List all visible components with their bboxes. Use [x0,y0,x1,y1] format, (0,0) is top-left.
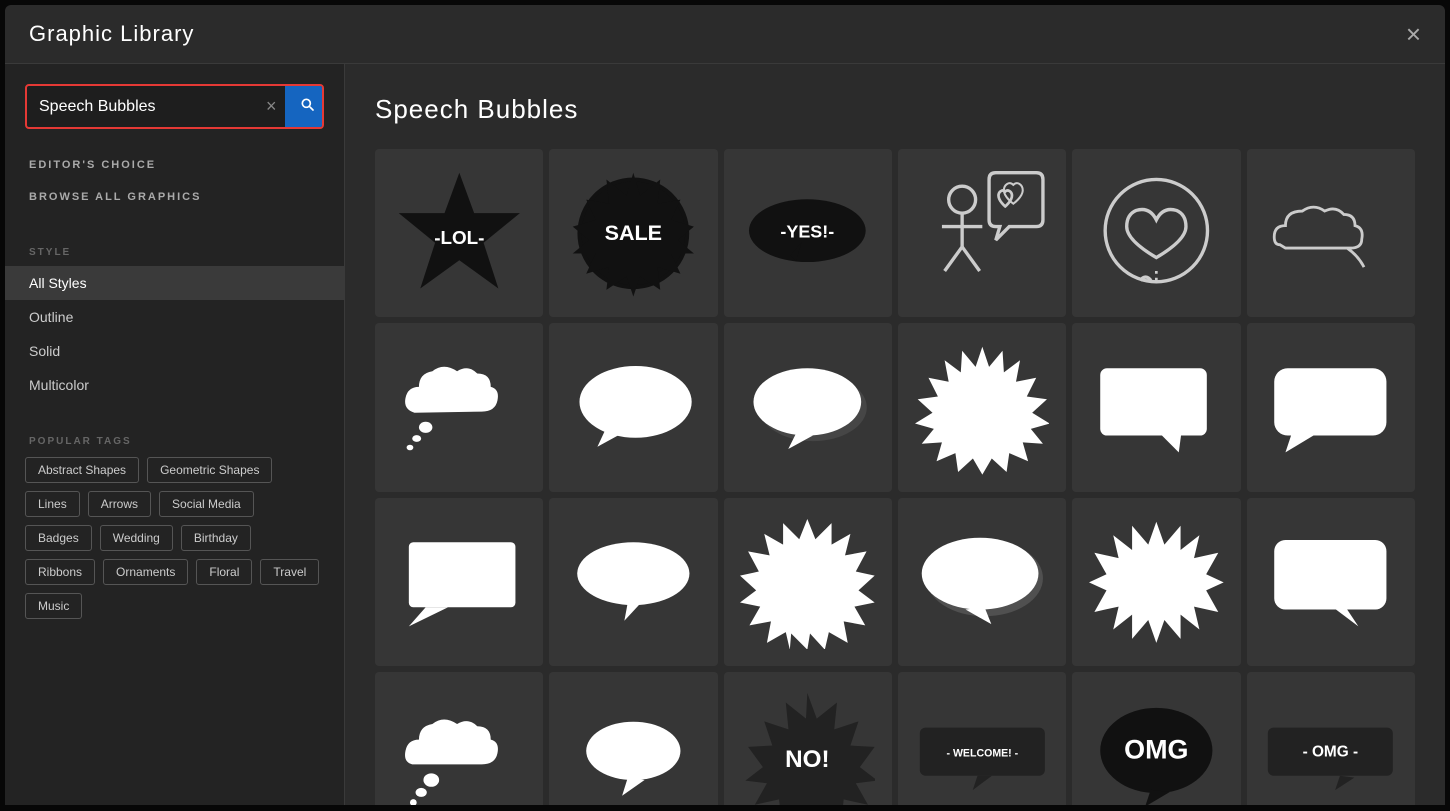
tag-floral[interactable]: Floral [196,559,252,585]
omg-dark-graphic: OMG [1089,700,1224,805]
grid-item-rect-left-tail[interactable] [375,498,543,666]
search-button[interactable] [285,86,324,127]
grid-item-rect-right[interactable] [1072,323,1240,491]
grid-item-explosion[interactable] [724,498,892,666]
search-icon [299,96,315,112]
search-box: × [25,84,324,129]
grid-item-heart-person[interactable] [898,149,1066,317]
main-content: Speech Bubbles -LOL- [345,64,1445,805]
nav-item-editors-choice[interactable]: EDITOR'S CHOICE [5,149,344,181]
explosion-graphic [740,515,875,650]
tag-social-media[interactable]: Social Media [159,491,254,517]
tag-abstract-shapes[interactable]: Abstract Shapes [25,457,139,483]
heart-person-graphic [915,166,1050,301]
cloud-bottom-graphic [392,706,527,805]
grid-item-heart-circle[interactable] [1072,149,1240,317]
style-item-multicolor[interactable]: Multicolor [5,368,344,402]
rect-right-graphic [1089,357,1224,458]
grid-item-cloud-right[interactable] [1247,149,1415,317]
content-title: Speech Bubbles [375,94,1415,125]
search-input[interactable] [27,88,258,126]
grid-item-yes-oval[interactable]: -YES!- [724,149,892,317]
grid-item-oval-left[interactable] [549,323,717,491]
sale-burst-graphic: SALE [566,166,701,301]
tag-travel[interactable]: Travel [260,559,319,585]
style-section: STYLE All Styles Outline Solid Multicolo… [5,233,344,402]
tag-music[interactable]: Music [25,593,82,619]
grid-item-thought-cloud[interactable] [375,323,543,491]
tag-birthday[interactable]: Birthday [181,525,251,551]
svg-text:-LOL-: -LOL- [434,227,484,248]
grid-item-round-corner[interactable] [1247,323,1415,491]
svg-text:OMG: OMG [1124,734,1188,764]
tags-section: POPULAR TAGS Abstract Shapes Geometric S… [5,422,344,619]
modal-overlay: Graphic Library × × EDITOR [0,0,1450,811]
rect-left-tail-graphic [392,531,527,632]
oval-big-graphic [915,531,1050,632]
grid-item-cloud-bottom[interactable] [375,672,543,805]
thought-cloud-graphic [392,351,527,463]
yes-oval-graphic: -YES!- [740,188,875,278]
tag-ribbons[interactable]: Ribbons [25,559,95,585]
grid-item-oval-bottom[interactable] [549,498,717,666]
nav-item-browse-all[interactable]: BROWSE ALL GRAPHICS [5,181,344,213]
nav-items: EDITOR'S CHOICE BROWSE ALL GRAPHICS [5,149,344,213]
tag-wedding[interactable]: Wedding [100,525,173,551]
grid-item-sale-burst[interactable]: SALE [549,149,717,317]
close-button[interactable]: × [1406,21,1421,47]
spiky-burst-graphic [915,340,1050,475]
grid-item-spiky-burst[interactable] [898,323,1066,491]
grid-item-lol-burst[interactable]: -LOL- [375,149,543,317]
style-section-label: STYLE [5,233,344,266]
corner-rounded-graphic [1263,531,1398,632]
style-item-solid[interactable]: Solid [5,334,344,368]
grid-item-oval-small[interactable] [549,672,717,805]
omg-dash-graphic: - OMG - [1263,718,1398,795]
oval-shadow-graphic [740,357,875,458]
lol-burst-graphic: -LOL- [392,166,527,301]
svg-text:- OMG -: - OMG - [1303,743,1359,760]
grid-item-no-burst[interactable]: NO! [724,672,892,805]
round-corner-graphic [1263,357,1398,458]
grid-item-omg-dark[interactable]: OMG [1072,672,1240,805]
modal: Graphic Library × × EDITOR [5,5,1445,805]
grid-item-omg-dash[interactable]: - OMG - [1247,672,1415,805]
grid-item-oval-shadow[interactable] [724,323,892,491]
tag-ornaments[interactable]: Ornaments [103,559,188,585]
tag-arrows[interactable]: Arrows [88,491,151,517]
heart-circle-graphic [1089,166,1224,301]
welcome-dark-graphic: - WELCOME! - [915,718,1050,795]
svg-text:NO!: NO! [786,746,830,773]
oval-left-graphic [566,357,701,458]
tags-section-label: POPULAR TAGS [5,422,344,457]
grid-item-oval-big[interactable] [898,498,1066,666]
modal-header: Graphic Library × [5,5,1445,64]
tag-geometric-shapes[interactable]: Geometric Shapes [147,457,272,483]
sidebar: × EDITOR'S CHOICE BROWSE ALL GRAPHICS ST… [5,64,345,805]
tag-badges[interactable]: Badges [25,525,92,551]
oval-small-graphic [566,706,701,805]
tags-container: Abstract Shapes Geometric Shapes Lines A… [5,457,344,619]
grid-item-welcome-dark[interactable]: - WELCOME! - [898,672,1066,805]
modal-body: × EDITOR'S CHOICE BROWSE ALL GRAPHICS ST… [5,64,1445,805]
tag-lines[interactable]: Lines [25,491,80,517]
grid-item-starburst[interactable] [1072,498,1240,666]
oval-bottom-graphic [566,531,701,632]
cloud-right-graphic [1263,183,1398,284]
svg-text:SALE: SALE [605,221,662,245]
style-item-outline[interactable]: Outline [5,300,344,334]
no-burst-graphic: NO! [740,689,875,805]
style-item-all-styles[interactable]: All Styles [5,266,344,300]
search-clear-button[interactable]: × [258,96,285,117]
modal-title: Graphic Library [29,21,194,47]
grid-item-corner-rounded[interactable] [1247,498,1415,666]
svg-text:-YES!-: -YES!- [781,222,835,242]
svg-text:- WELCOME! -: - WELCOME! - [946,747,1018,759]
graphics-grid: -LOL- SALE [375,149,1415,805]
starburst-graphic [1089,515,1224,650]
